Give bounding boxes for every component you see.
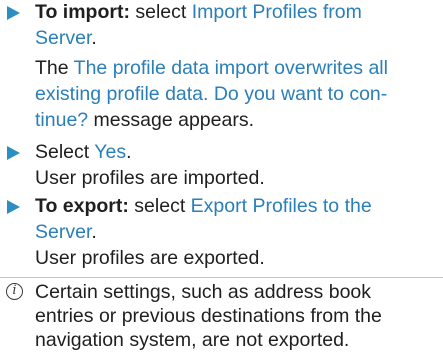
step-export-line-2: Server.: [35, 221, 97, 243]
export-profiles-link-cont[interactable]: Server: [35, 221, 91, 243]
info-note-line-2: entries or previous destinations from th…: [35, 305, 382, 327]
step-yes-result: User profiles are imported.: [35, 167, 265, 189]
import-warning-message: The profile data import overwrites all: [73, 57, 388, 79]
document-page: To import: select Import Profiles from S…: [0, 0, 443, 351]
info-note-line-3: navigation system, are not exported.: [35, 329, 350, 351]
bullet-arrow-icon: [7, 200, 20, 214]
step-export-line-1: To export: select Export Profiles to the: [35, 195, 372, 217]
info-icon: i: [6, 283, 23, 300]
import-warning-message-cont: existing profile data. Do you want to co…: [35, 83, 388, 105]
step-export-label: To export:: [35, 195, 129, 217]
section-divider: [0, 277, 443, 278]
step-import-line-2: Server.: [35, 27, 97, 49]
step-import-label: To import:: [35, 1, 130, 23]
step-yes-line-1: Select Yes.: [35, 141, 132, 163]
export-profiles-link[interactable]: Export Profiles to the: [191, 195, 372, 217]
info-note-line-1: Certain settings, such as address book: [35, 281, 372, 303]
import-profiles-link-cont[interactable]: Server: [35, 27, 91, 49]
import-profiles-link[interactable]: Import Profiles from: [192, 1, 362, 23]
bullet-arrow-icon: [7, 6, 20, 20]
yes-option-link[interactable]: Yes: [94, 141, 126, 163]
step-import-line-5: tinue? message appears.: [35, 109, 254, 131]
bullet-arrow-icon: [7, 146, 20, 160]
step-export-result: User profiles are exported.: [35, 247, 265, 269]
step-import-line-4: existing profile data. Do you want to co…: [35, 82, 387, 108]
step-import-line-1: To import: select Import Profiles from: [35, 1, 362, 23]
step-import-line-3: The The profile data import overwrites a…: [35, 57, 388, 79]
import-warning-message-end: tinue?: [35, 109, 89, 131]
